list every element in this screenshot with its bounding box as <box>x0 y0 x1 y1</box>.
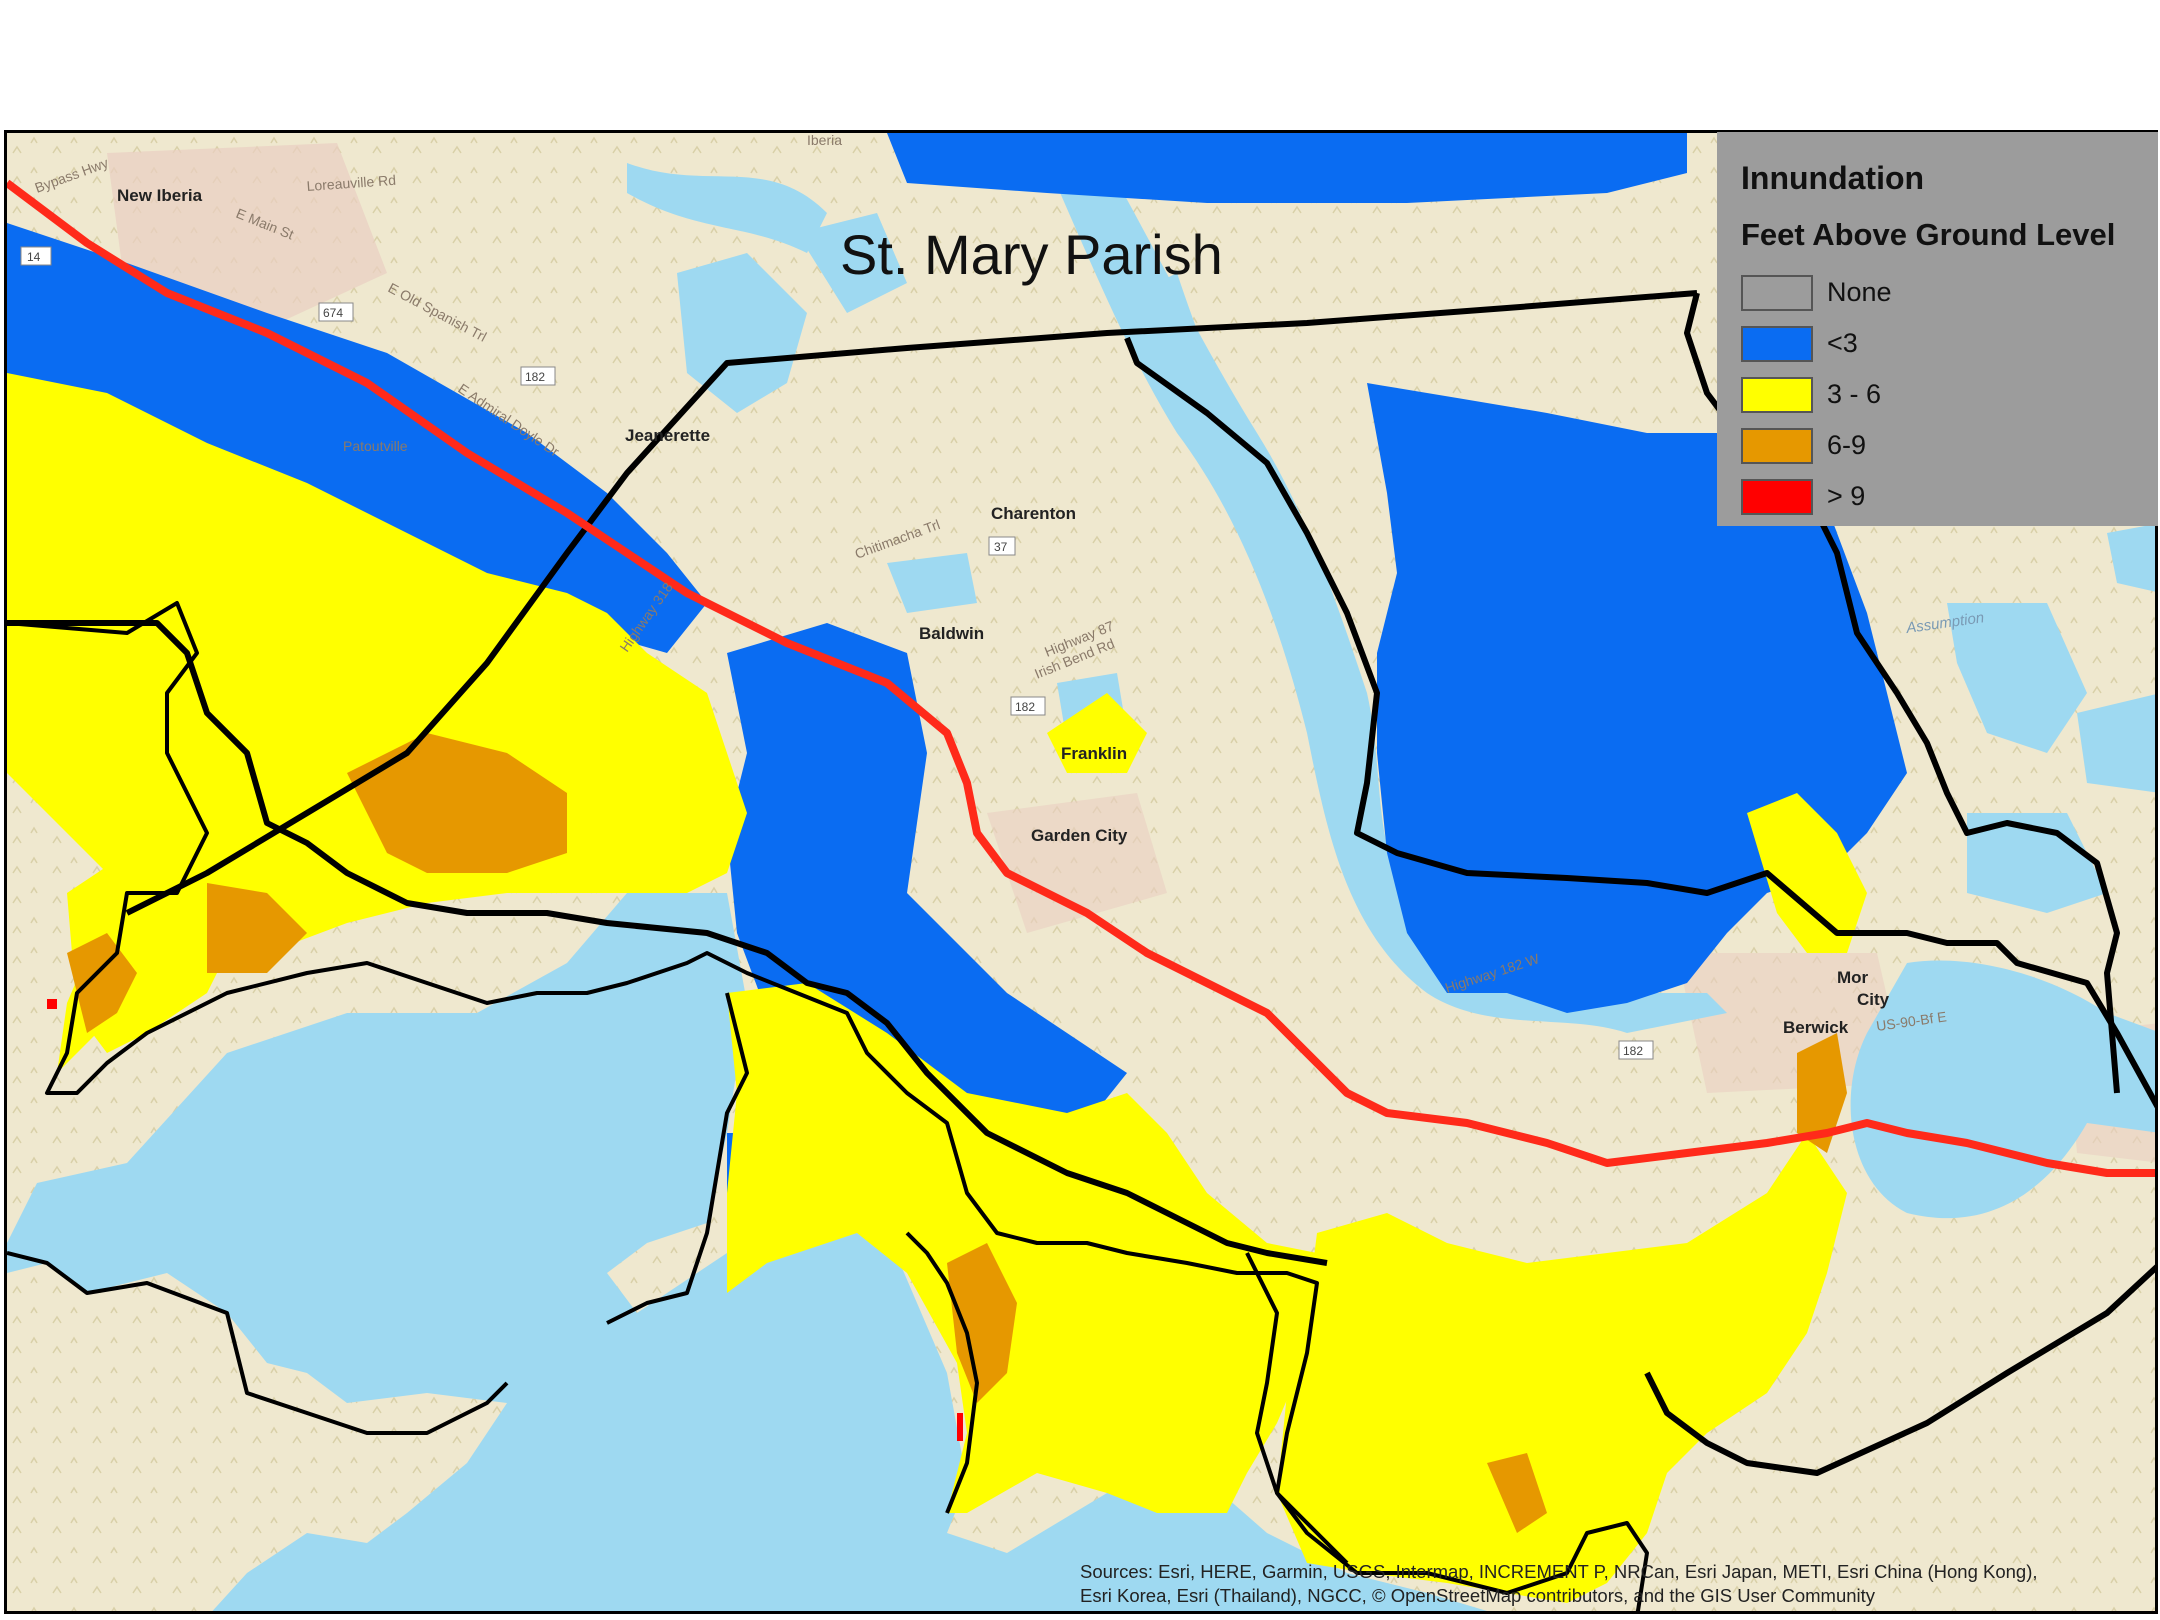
route-shield-182-west: 182 <box>525 370 545 384</box>
place-label-morgan-city-line2: City <box>1857 990 1890 1009</box>
legend-label-under-3: <3 <box>1827 328 1858 358</box>
place-label-morgan-city-line1: Mor <box>1837 968 1869 987</box>
legend-item-over-9: > 9 <box>1741 471 2134 522</box>
place-label-charenton: Charenton <box>991 504 1076 523</box>
place-label-iberia: Iberia <box>807 133 842 148</box>
legend-label-3-6: 3 - 6 <box>1827 379 1882 409</box>
legend-swatch-none <box>1741 274 1813 311</box>
legend-item-3-6: 3 - 6 <box>1741 369 2134 420</box>
legend-swatch-under-3 <box>1741 325 1813 362</box>
place-label-new-iberia: New Iberia <box>117 186 203 205</box>
attribution: Sources: Esri, HERE, Garmin, USGS, Inter… <box>1080 1560 2150 1608</box>
place-label-baldwin: Baldwin <box>919 624 984 643</box>
legend-swatch-over-9 <box>1741 478 1813 515</box>
map-title: St. Mary Parish <box>840 223 1223 286</box>
place-label-franklin: Franklin <box>1061 744 1127 763</box>
place-label-garden-city: Garden City <box>1031 826 1128 845</box>
legend-label-over-9: > 9 <box>1827 481 1866 511</box>
legend-item-under-3: <3 <box>1741 318 2134 369</box>
route-shield-14: 14 <box>27 250 41 264</box>
legend-item-none: None <box>1741 267 2134 318</box>
legend-label-6-9: 6-9 <box>1827 430 1867 460</box>
place-label-jeanerette: Jeanerette <box>625 426 710 445</box>
attribution-line-1: Sources: Esri, HERE, Garmin, USGS, Inter… <box>1080 1561 2038 1582</box>
attribution-line-2: Esri Korea, Esri (Thailand), NGCC, © Ope… <box>1080 1585 1876 1606</box>
place-label-patoutville: Patoutville <box>343 438 408 454</box>
legend-subtitle: Feet Above Ground Level <box>1741 217 2116 252</box>
legend-swatch-3-6 <box>1741 376 1813 413</box>
place-label-berwick: Berwick <box>1783 1018 1849 1037</box>
route-shield-37: 37 <box>994 540 1008 554</box>
legend-label-none: None <box>1827 277 1892 307</box>
route-shield-182-east: 182 <box>1623 1044 1643 1058</box>
route-shield-674: 674 <box>323 306 343 320</box>
route-shield-182-franklin: 182 <box>1015 700 1035 714</box>
legend-swatch-6-9 <box>1741 427 1813 464</box>
legend: Innundation Feet Above Ground Level None… <box>1717 132 2158 526</box>
legend-title: Innundation <box>1741 160 1925 196</box>
legend-item-6-9: 6-9 <box>1741 420 2134 471</box>
